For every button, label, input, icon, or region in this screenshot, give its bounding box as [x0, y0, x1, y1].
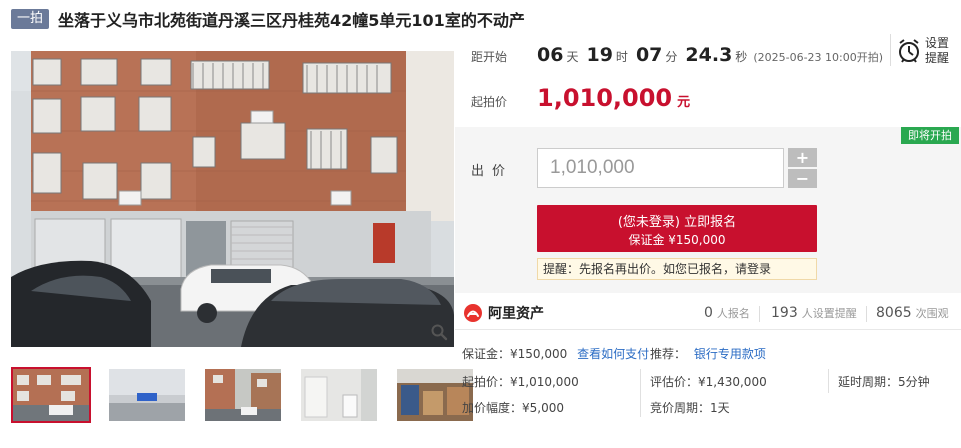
reminders-stat: 193 人设置提醒 — [771, 305, 857, 321]
recommend-detail: 推荐： 银行专用款项 — [650, 345, 766, 362]
platform-logo[interactable]: 阿里资产 — [463, 303, 544, 323]
increase-bid-button[interactable]: + — [788, 148, 817, 167]
countdown-hours-unit: 时 — [615, 50, 628, 64]
increment-detail: 加价幅度：¥5,000 — [462, 401, 564, 415]
start-price-detail: 起拍价：¥1,010,000 — [462, 375, 579, 389]
views-label: 次围观 — [915, 307, 949, 320]
countdown-days-unit: 天 — [566, 50, 579, 64]
bid-label: 出价 — [471, 164, 514, 179]
bid-amount-input[interactable]: 1,010,000 — [537, 148, 784, 188]
thumbnail-3[interactable] — [203, 367, 283, 423]
countdown-row: 距开始 06 天 19 时 07 分 24.3 秒 (2025-06-23 10… — [471, 44, 883, 66]
signups-label: 人报名 — [716, 307, 750, 320]
ali-assets-logo-icon — [464, 304, 482, 322]
signup-button[interactable]: (您未登录) 立即报名 保证金 ¥150,000 — [537, 205, 817, 252]
countdown-hours: 19 — [586, 44, 613, 66]
signups-count: 0 — [704, 305, 713, 321]
countdown-seconds-unit: 秒 — [735, 50, 748, 64]
reminders-label: 人设置提醒 — [801, 307, 857, 320]
bank-payment-link[interactable]: 银行专用款项 — [694, 347, 766, 361]
countdown-label: 距开始 — [471, 50, 508, 64]
deposit-detail-text: 保证金：¥150,000 — [462, 347, 568, 361]
divider — [828, 369, 829, 393]
start-price-label: 起拍价 — [471, 95, 508, 109]
title-row: 一拍 坐落于义乌市北苑街道丹溪三区丹桂苑42幢5单元101室的不动产 — [11, 7, 525, 31]
start-price-unit: 元 — [677, 95, 691, 110]
set-reminder-label: 设置提醒 — [925, 36, 950, 65]
bid-period-detail: 竞价周期：1天 — [650, 401, 730, 415]
start-price-value: 1,010,000 — [537, 84, 673, 112]
countdown-days: 06 — [537, 44, 564, 66]
deposit-amount: 保证金 ¥150,000 — [628, 233, 726, 247]
divider — [759, 306, 760, 322]
deposit-detail: 保证金：¥150,000 查看如何支付 — [462, 345, 649, 362]
delay-period-detail: 延时周期：5分钟 — [838, 375, 930, 389]
reminders-count: 193 — [771, 305, 798, 321]
assess-price-detail: 评估价：¥1,430,000 — [650, 375, 767, 389]
divider — [866, 306, 867, 322]
views-count: 8065 — [876, 305, 912, 321]
how-to-pay-link[interactable]: 查看如何支付 — [577, 347, 649, 361]
platform-stats-row: 阿里资产 0 人报名 193 人设置提醒 8065 次围观 — [455, 298, 961, 330]
auction-round-tag: 一拍 — [11, 9, 50, 29]
countdown-minutes: 07 — [635, 44, 663, 66]
thumbnail-2[interactable] — [107, 367, 187, 423]
thumbnail-4[interactable] — [299, 367, 379, 423]
signups-stat: 0 人报名 — [704, 305, 750, 321]
bid-panel: 即将开拍 出价 1,010,000 + − (您未登录) 立即报名 保证金 ¥1… — [455, 127, 961, 293]
start-price-row: 起拍价 1,010,000 元 — [471, 84, 690, 112]
auction-start-time: (2025-06-23 10:00开拍) — [753, 51, 884, 64]
divider — [640, 369, 641, 417]
zoom-icon[interactable] — [428, 321, 450, 343]
recommend-label: 推荐： — [650, 347, 687, 361]
alarm-clock-icon — [899, 39, 919, 63]
main-property-photo[interactable] — [11, 51, 454, 347]
countdown-seconds: 24.3 — [685, 44, 733, 66]
thumbnail-strip — [11, 367, 475, 423]
thumbnail-1[interactable] — [11, 367, 91, 423]
set-reminder-button[interactable]: 设置提醒 — [897, 36, 953, 66]
page-title: 坐落于义乌市北苑街道丹溪三区丹桂苑42幢5单元101室的不动产 — [58, 11, 525, 30]
signup-button-label: (您未登录) 立即报名 — [617, 215, 737, 230]
login-tip: 提醒：先报名再出价。如您已报名，请登录 — [537, 258, 817, 280]
status-badge: 即将开拍 — [901, 127, 959, 144]
decrease-bid-button[interactable]: − — [788, 169, 817, 188]
views-stat: 8065 次围观 — [876, 305, 949, 321]
platform-name: 阿里资产 — [488, 306, 544, 322]
divider — [890, 34, 891, 66]
countdown-minutes-unit: 分 — [665, 50, 678, 64]
